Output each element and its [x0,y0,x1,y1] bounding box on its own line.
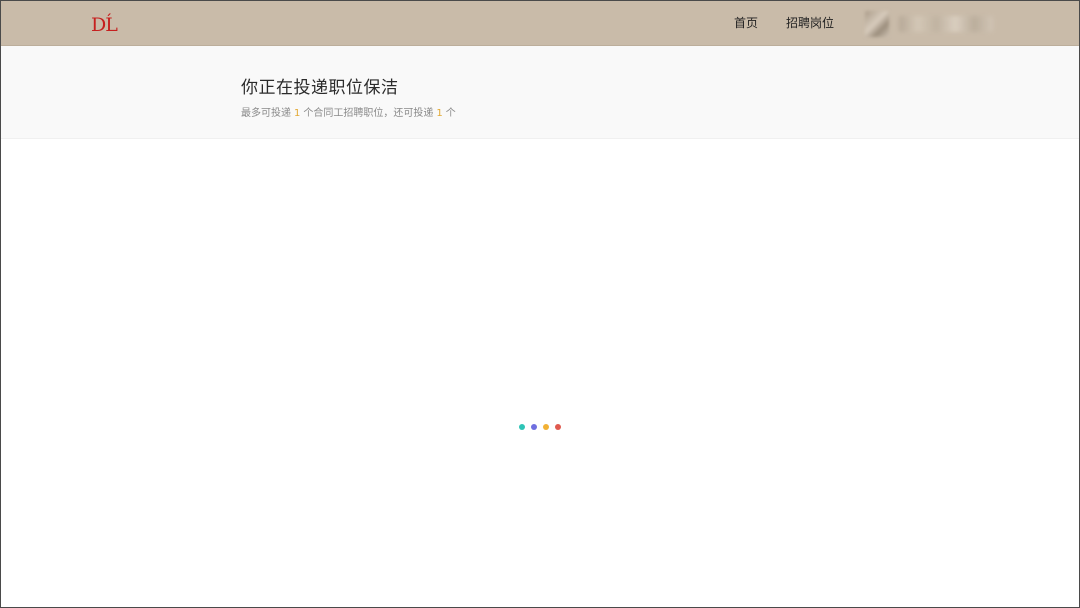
user-menu[interactable] [865,11,995,39]
avatar [865,11,889,37]
quota-suffix: 个 [445,108,456,119]
page-title: 你正在投递职位保洁 [241,78,399,98]
top-nav-bar: DĹ 首页 招聘岗位 [1,1,1079,46]
user-name-blurred [899,16,993,32]
site-logo[interactable]: DĹ [91,13,118,37]
quota-remaining-count: 1 [436,108,443,119]
nav-home-link[interactable]: 首页 [734,15,758,31]
loading-dot [555,424,561,430]
browser-page: DĹ 首页 招聘岗位 你正在投递职位保洁 最多可投递 1 个合同工招聘职位，还可投递… [0,0,1080,608]
loading-indicator [519,424,567,432]
nav-jobs-link[interactable]: 招聘岗位 [786,15,834,31]
application-quota-text: 最多可投递 1 个合同工招聘职位，还可投递 1 个 [241,107,456,121]
loading-dot [543,424,549,430]
quota-middle: 个合同工招聘职位，还可投递 [303,108,434,119]
loading-dot [531,424,537,430]
application-header: 你正在投递职位保洁 最多可投递 1 个合同工招聘职位，还可投递 1 个 [1,46,1079,139]
loading-dot [519,424,525,430]
quota-max-count: 1 [294,108,301,119]
quota-prefix: 最多可投递 [241,108,291,119]
